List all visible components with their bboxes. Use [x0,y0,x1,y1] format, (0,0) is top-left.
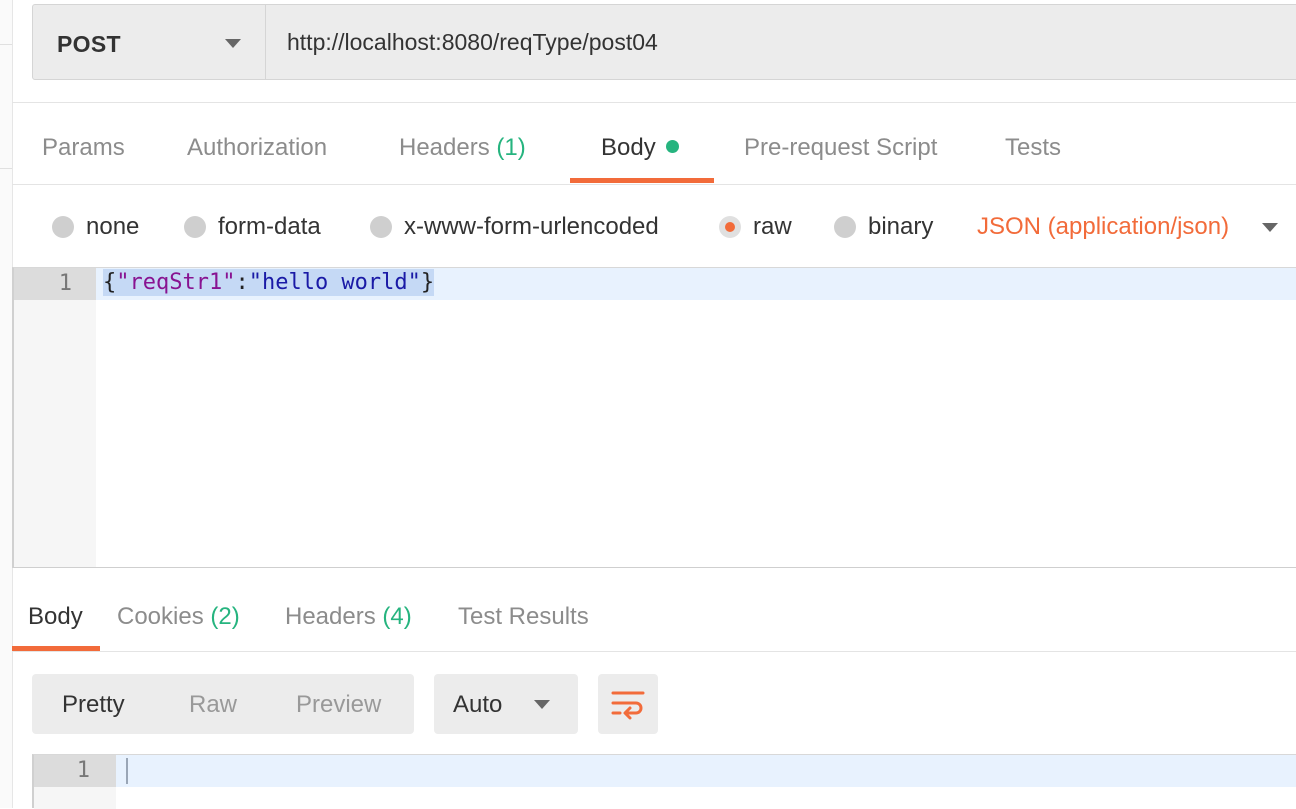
tab-body-label: Body [601,134,656,161]
json-colon: : [235,270,249,295]
text-cursor [126,758,128,784]
radio-label: raw [753,213,792,240]
chevron-down-icon [534,700,550,709]
response-view-mode-group: Pretty Raw Preview [32,674,414,734]
radio-selected-icon [719,216,741,238]
response-body-editor[interactable]: 1 [32,754,1296,809]
divider [12,651,1296,652]
cookies-count-badge: (2) [210,603,240,630]
wrap-lines-icon [611,691,645,720]
radio-label: binary [868,213,934,240]
json-brace-open: { [103,270,117,295]
tab-tests[interactable]: Tests [1005,134,1061,162]
request-url-bar: POST http://localhost:8080/reqType/post0… [32,4,1296,80]
radio-icon [184,216,206,238]
tab-params[interactable]: Params [42,134,125,162]
active-tab-indicator [570,178,714,183]
chevron-down-icon[interactable] [1262,223,1278,232]
response-tab-body[interactable]: Body [28,603,83,631]
headers-count-badge: (1) [496,134,526,161]
editor-gutter [14,268,96,567]
divider [12,184,1296,185]
response-format-select[interactable]: Auto [434,674,578,734]
tab-headers[interactable]: Headers (1) [399,134,526,162]
json-key: "reqStr1" [116,270,236,295]
tab-authorization[interactable]: Authorization [187,134,327,162]
radio-label: form-data [218,213,321,240]
json-brace-close: } [420,270,435,295]
radio-label: none [86,213,140,240]
response-tab-cookies-label: Cookies [117,603,204,630]
pretty-button[interactable]: Pretty [62,691,125,719]
code-line[interactable]: {"reqStr1":"hello world"} [103,269,435,296]
preview-button[interactable]: Preview [296,691,381,719]
content-type-select[interactable]: JSON (application/json) [977,213,1229,241]
response-tab-headers-label: Headers [285,603,376,630]
radio-icon [52,216,74,238]
method-label: POST [57,31,121,57]
response-headers-count-badge: (4) [382,603,412,630]
response-tab-cookies[interactable]: Cookies (2) [117,603,240,631]
radio-icon [834,216,856,238]
divider [12,102,1296,103]
active-line-highlight [34,755,1296,787]
tab-headers-label: Headers [399,134,490,161]
response-format-label: Auto [453,691,503,718]
body-status-dot-icon [665,140,679,154]
response-tab-test-results[interactable]: Test Results [458,603,589,631]
tab-prerequest-script[interactable]: Pre-request Script [744,134,937,162]
chevron-down-icon [225,39,241,48]
line-number: 1 [76,758,90,783]
radio-label: x-www-form-urlencoded [404,213,659,240]
json-value: "hello world" [248,270,421,295]
response-tab-headers[interactable]: Headers (4) [285,603,412,631]
raw-button[interactable]: Raw [189,691,237,719]
wrap-lines-button[interactable] [598,674,658,734]
request-body-editor[interactable]: 1 {"reqStr1":"hello world"} [12,267,1296,568]
line-number: 1 [58,271,72,296]
tab-body[interactable]: Body [601,134,679,162]
method-select[interactable]: POST [33,5,266,79]
radio-icon [370,216,392,238]
url-input[interactable]: http://localhost:8080/reqType/post04 [287,29,658,56]
